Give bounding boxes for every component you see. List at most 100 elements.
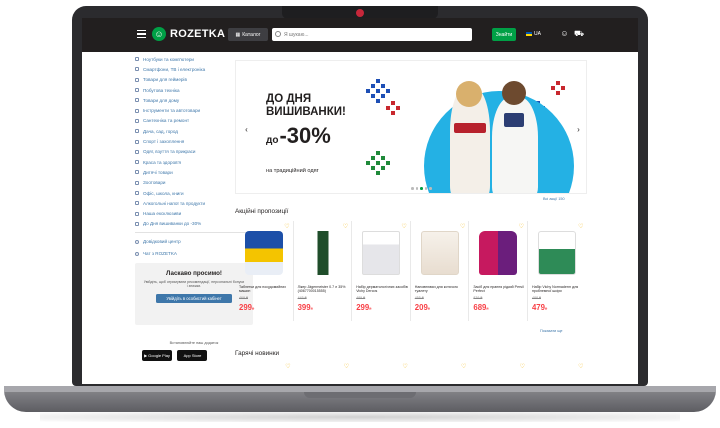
menu-icon[interactable] — [137, 30, 146, 38]
app-store-label: App Store — [183, 353, 202, 358]
heart-icon[interactable]: ♡ — [235, 363, 294, 370]
carousel-dot[interactable] — [429, 187, 432, 190]
heart-icon[interactable]: ♡ — [352, 363, 411, 370]
search-input[interactable] — [284, 30, 454, 39]
product-card[interactable]: ♡ Таблетки для посудомийних машин 469 ₴ 299… — [235, 221, 294, 321]
heart-icon[interactable]: ♡ — [469, 363, 528, 370]
search-button[interactable]: Знайти — [492, 28, 516, 41]
category-label: Спорт і захоплення — [143, 139, 185, 145]
product-old-price: 445 ₴ — [297, 296, 307, 300]
product-name[interactable]: Засіб для прання рідкий Persil Perfect — [473, 285, 527, 294]
category-label: Алкогольні напої та продукти — [143, 200, 206, 206]
heart-icon[interactable]: ♡ — [294, 363, 353, 370]
product-card[interactable]: ♡ Лікер Jägermeister 0.7 л 35% (406770001… — [294, 221, 353, 321]
category-label: Інструменти та автотовари — [143, 108, 201, 114]
price-value: 399 — [297, 303, 311, 312]
banner-discount: до -30% — [266, 123, 331, 149]
google-play-label: Google Play — [148, 353, 170, 358]
category-icon — [135, 201, 139, 206]
product-image[interactable] — [245, 231, 283, 275]
category-icon — [135, 57, 139, 62]
heart-icon[interactable]: ♡ — [519, 224, 524, 230]
laptop-shadow — [40, 412, 680, 422]
sidebar-category-item[interactable]: Алкогольні напої та продукти — [135, 198, 273, 208]
category-icon — [135, 191, 139, 195]
heart-icon[interactable]: ♡ — [578, 224, 583, 230]
play-icon: ▶ — [144, 353, 148, 358]
product-image[interactable] — [362, 231, 401, 275]
banner-title: ДО ДНЯ ВИШИВАНКИ! — [266, 93, 346, 118]
service-icon — [135, 251, 139, 256]
carousel-dot[interactable] — [415, 187, 418, 190]
man-embroidery — [504, 113, 524, 127]
product-name[interactable]: Набір дерматологічних засобів Vichy Derc… — [356, 285, 410, 294]
price-currency: ₴ — [544, 306, 548, 311]
app-store-button[interactable]: App Store — [177, 350, 207, 361]
language-switch[interactable]: UA — [526, 31, 541, 37]
product-image[interactable] — [420, 231, 459, 275]
category-icon — [135, 129, 139, 134]
heart-icon[interactable]: ♡ — [411, 363, 470, 370]
category-label: Офіс, школа, книги — [143, 190, 184, 196]
product-name[interactable]: Наповнювач для котячого туалету — [415, 285, 469, 294]
google-play-button[interactable]: ▶ Google Play — [142, 350, 172, 361]
heart-icon[interactable]: ♡ — [528, 363, 587, 370]
show-more-link[interactable]: Показати ще — [540, 329, 563, 333]
product-price: 299₴ — [239, 303, 254, 312]
product-old-price: 455 ₴ — [414, 296, 424, 300]
language-label: UA — [534, 31, 541, 37]
category-label: Наша ексклюзиви — [143, 211, 182, 217]
man-figure — [492, 97, 538, 193]
product-card[interactable]: ♡ Засіб для прання рідкий Persil Perfect 8… — [469, 221, 528, 321]
screen: ☺ ROZETKA ▦ Каталог Знайти UA ☺ ⛟ Ноутбу… — [82, 18, 638, 384]
product-old-price: 839 ₴ — [473, 296, 483, 300]
product-price: 209₴ — [415, 303, 430, 312]
product-image[interactable] — [479, 231, 518, 275]
login-button[interactable]: Увійдіть в особистий кабінет — [156, 293, 232, 303]
product-price: 299₴ — [356, 303, 371, 312]
discount-value: -30% — [279, 123, 331, 148]
product-old-price: 469 ₴ — [239, 296, 248, 300]
product-image[interactable] — [537, 231, 576, 275]
banner-subtitle: на традиційний одяг — [266, 168, 319, 174]
carousel-dot[interactable] — [411, 187, 414, 190]
chevron-right-icon[interactable]: › — [574, 125, 583, 134]
product-card[interactable]: ♡ Набір Vichy Normaderm для проблемної шк… — [528, 221, 587, 321]
product-name[interactable]: Набір Vichy Normaderm для проблемної шкі… — [532, 285, 586, 294]
cart-icon[interactable]: ⛟ — [574, 29, 584, 39]
carousel-dot[interactable] — [424, 187, 427, 190]
logo[interactable]: ☺ ROZETKA — [152, 27, 225, 41]
product-card[interactable]: ♡ Наповнювач для котячого туалету 455 ₴ 209… — [411, 221, 470, 321]
promo-banner[interactable]: ДО ДНЯ ВИШИВАНКИ! до -30% на традиційний… — [235, 60, 587, 194]
heart-icon[interactable]: ♡ — [284, 224, 289, 230]
price-value: 689 — [473, 303, 487, 312]
price-currency: ₴ — [310, 306, 313, 311]
heart-icon[interactable]: ♡ — [401, 224, 406, 230]
catalog-button[interactable]: ▦ Каталог — [228, 28, 268, 41]
category-label: Ноутбуки та комп'ютери — [143, 56, 194, 62]
all-promos-link[interactable]: Всі акції 150 — [543, 197, 565, 201]
category-icon — [135, 211, 139, 216]
product-name[interactable]: Таблетки для посудомийних машин — [239, 285, 293, 294]
man-head — [502, 81, 526, 105]
welcome-text: Увійдіть, щоб отримувати рекомендації, п… — [143, 280, 245, 289]
product-list: ♡ Таблетки для посудомийних машин 469 ₴ 299… — [235, 221, 587, 321]
flag-icon — [526, 32, 532, 36]
category-icon — [135, 160, 139, 165]
chevron-left-icon[interactable]: ‹ — [242, 125, 251, 134]
site-header: ☺ ROZETKA ▦ Каталог Знайти UA ☺ ⛟ — [82, 18, 638, 52]
price-value: 299 — [356, 303, 370, 312]
product-name[interactable]: Лікер Jägermeister 0.7 л 35% (4067700015… — [298, 285, 352, 294]
heart-icon[interactable]: ♡ — [343, 224, 348, 230]
user-icon[interactable]: ☺ — [560, 29, 569, 39]
category-icon — [135, 139, 139, 144]
product-old-price: 489 ₴ — [356, 296, 366, 300]
heart-icon[interactable]: ♡ — [460, 224, 465, 230]
product-card[interactable]: ♡ Набір дерматологічних засобів Vichy Der… — [352, 221, 411, 321]
price-value: 209 — [414, 303, 428, 312]
banner-title-line2: ВИШИВАНКИ! — [266, 105, 346, 118]
price-currency: ₴ — [427, 306, 431, 311]
product-image[interactable] — [303, 231, 342, 275]
category-label: Товари для дому — [143, 97, 180, 103]
carousel-dot-active[interactable] — [420, 187, 423, 190]
